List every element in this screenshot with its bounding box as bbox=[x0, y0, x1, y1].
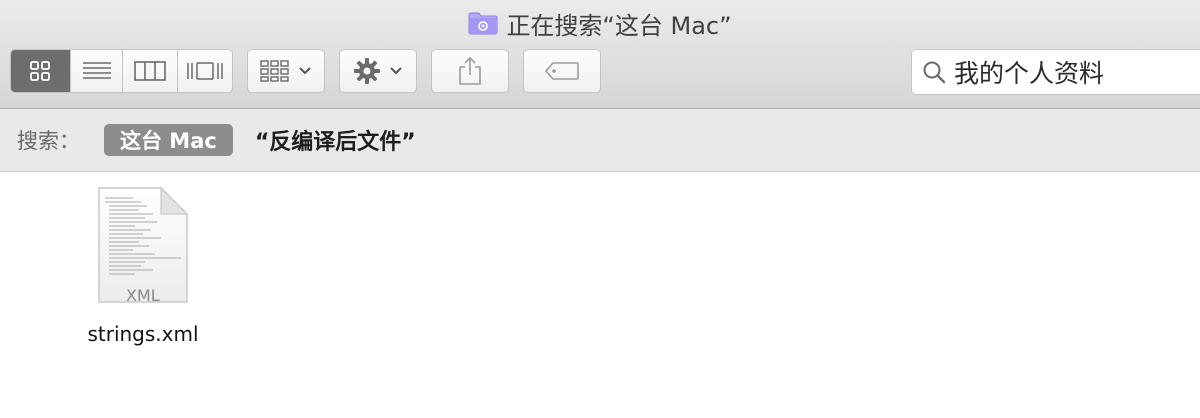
tag-icon bbox=[544, 62, 579, 80]
chevron-down-icon bbox=[390, 67, 402, 75]
file-name-label: strings.xml bbox=[87, 322, 199, 346]
window-title: 正在搜索“这台 Mac” bbox=[506, 11, 732, 40]
search-scope-bar: 搜索： 这台 Mac “反编译后文件” bbox=[0, 109, 1200, 172]
search-icon bbox=[923, 61, 946, 84]
file-item[interactable]: XML strings.xml bbox=[70, 182, 216, 346]
coverflow-icon bbox=[187, 62, 223, 80]
share-icon bbox=[459, 56, 481, 85]
view-mode-control bbox=[10, 49, 233, 93]
tags-button[interactable] bbox=[523, 49, 601, 93]
chevron-down-icon bbox=[299, 67, 311, 75]
gear-icon bbox=[354, 58, 380, 84]
gallery-view-button[interactable] bbox=[177, 50, 232, 92]
scope-this-mac-button[interactable]: 这台 Mac bbox=[104, 124, 233, 156]
grid-icon bbox=[30, 61, 51, 81]
group-grid-icon bbox=[260, 60, 289, 82]
columns-icon bbox=[134, 61, 167, 81]
search-input-value: 我的个人资料 bbox=[954, 59, 1105, 88]
scope-query-token[interactable]: “反编译后文件” bbox=[255, 124, 416, 156]
list-view-button[interactable] bbox=[69, 50, 123, 92]
share-button[interactable] bbox=[431, 49, 509, 93]
smart-folder-icon bbox=[468, 11, 498, 35]
file-type-label: XML bbox=[126, 286, 160, 305]
column-view-button[interactable] bbox=[122, 50, 177, 92]
action-button[interactable] bbox=[339, 49, 417, 93]
search-field[interactable]: 我的个人资料 bbox=[911, 49, 1200, 95]
icon-view-button[interactable] bbox=[11, 50, 70, 92]
title-bar: 正在搜索“这台 Mac” bbox=[0, 6, 1200, 40]
scope-label: 搜索： bbox=[17, 129, 80, 153]
list-icon bbox=[82, 62, 111, 79]
group-button[interactable] bbox=[247, 49, 325, 93]
window-toolbar: 正在搜索“这台 Mac” 我的个人资料 bbox=[0, 0, 1200, 109]
